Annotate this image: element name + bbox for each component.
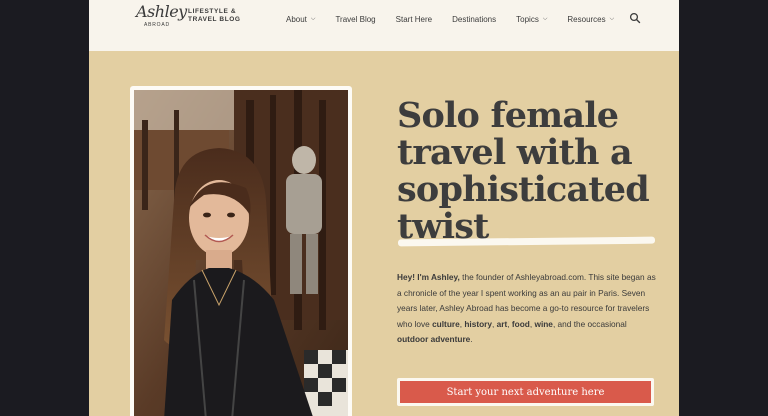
chevron-down-icon: ⌵ — [609, 15, 615, 22]
nav-item-label: Topics — [516, 14, 539, 24]
start-adventure-button[interactable]: Start your next adventure here — [400, 381, 651, 403]
site-header: Ashley ABROAD LIFESTYLE & TRAVEL BLOG Ab… — [89, 0, 679, 51]
logo-tagline: LIFESTYLE & TRAVEL BLOG — [188, 8, 241, 23]
main-nav: About ⌵ Travel Blog Start Here Destinati… — [286, 13, 634, 25]
logo-sub: ABROAD — [144, 22, 170, 28]
site-page: Ashley ABROAD LIFESTYLE & TRAVEL BLOG Ab… — [89, 0, 679, 416]
intro-food: food — [511, 318, 530, 329]
hero-intro: Hey! I'm Ashley, the founder of Ashleyab… — [397, 270, 657, 348]
nav-item-label: Resources — [567, 14, 606, 24]
nav-item-destinations[interactable]: Destinations — [452, 15, 496, 24]
checkered-floor — [304, 350, 348, 416]
nav-item-travel-blog[interactable]: Travel Blog — [335, 15, 375, 24]
chevron-down-icon: ⌵ — [310, 15, 316, 22]
search-icon[interactable] — [629, 12, 641, 24]
intro-history: history — [464, 318, 493, 329]
nav-item-about[interactable]: About ⌵ — [286, 15, 315, 24]
intro-end: . — [470, 334, 473, 344]
nav-item-label: About — [286, 14, 307, 24]
logo-script: Ashley — [136, 2, 187, 21]
nav-item-label: Start Here — [395, 14, 433, 24]
hero-photo — [134, 90, 348, 416]
right-backdrop — [679, 0, 768, 416]
nav-item-label: Destinations — [452, 14, 497, 24]
logo-tagline-line2: TRAVEL BLOG — [188, 15, 241, 23]
intro-greeting: Hey! I'm Ashley, — [397, 272, 460, 282]
nav-item-label: Travel Blog — [335, 14, 376, 24]
intro-text-2: , and the occasional — [552, 318, 627, 329]
hero-photo-illustration — [134, 90, 348, 416]
chevron-down-icon: ⌵ — [542, 15, 548, 22]
nav-item-resources[interactable]: Resources ⌵ — [567, 15, 614, 24]
intro-culture: culture — [432, 318, 460, 329]
hero-title: Solo female travel with a sophisticated … — [397, 95, 650, 247]
left-backdrop — [0, 0, 89, 416]
intro-outdoor: outdoor adventure — [397, 334, 471, 344]
nav-item-start-here[interactable]: Start Here — [396, 15, 432, 24]
nav-item-topics[interactable]: Topics ⌵ — [516, 15, 547, 24]
logo-tagline-line1: LIFESTYLE & — [188, 8, 237, 15]
intro-wine: wine — [534, 318, 553, 329]
intro-art: art — [496, 318, 508, 329]
site-logo[interactable]: Ashley ABROAD LIFESTYLE & TRAVEL BLOG — [136, 4, 246, 30]
